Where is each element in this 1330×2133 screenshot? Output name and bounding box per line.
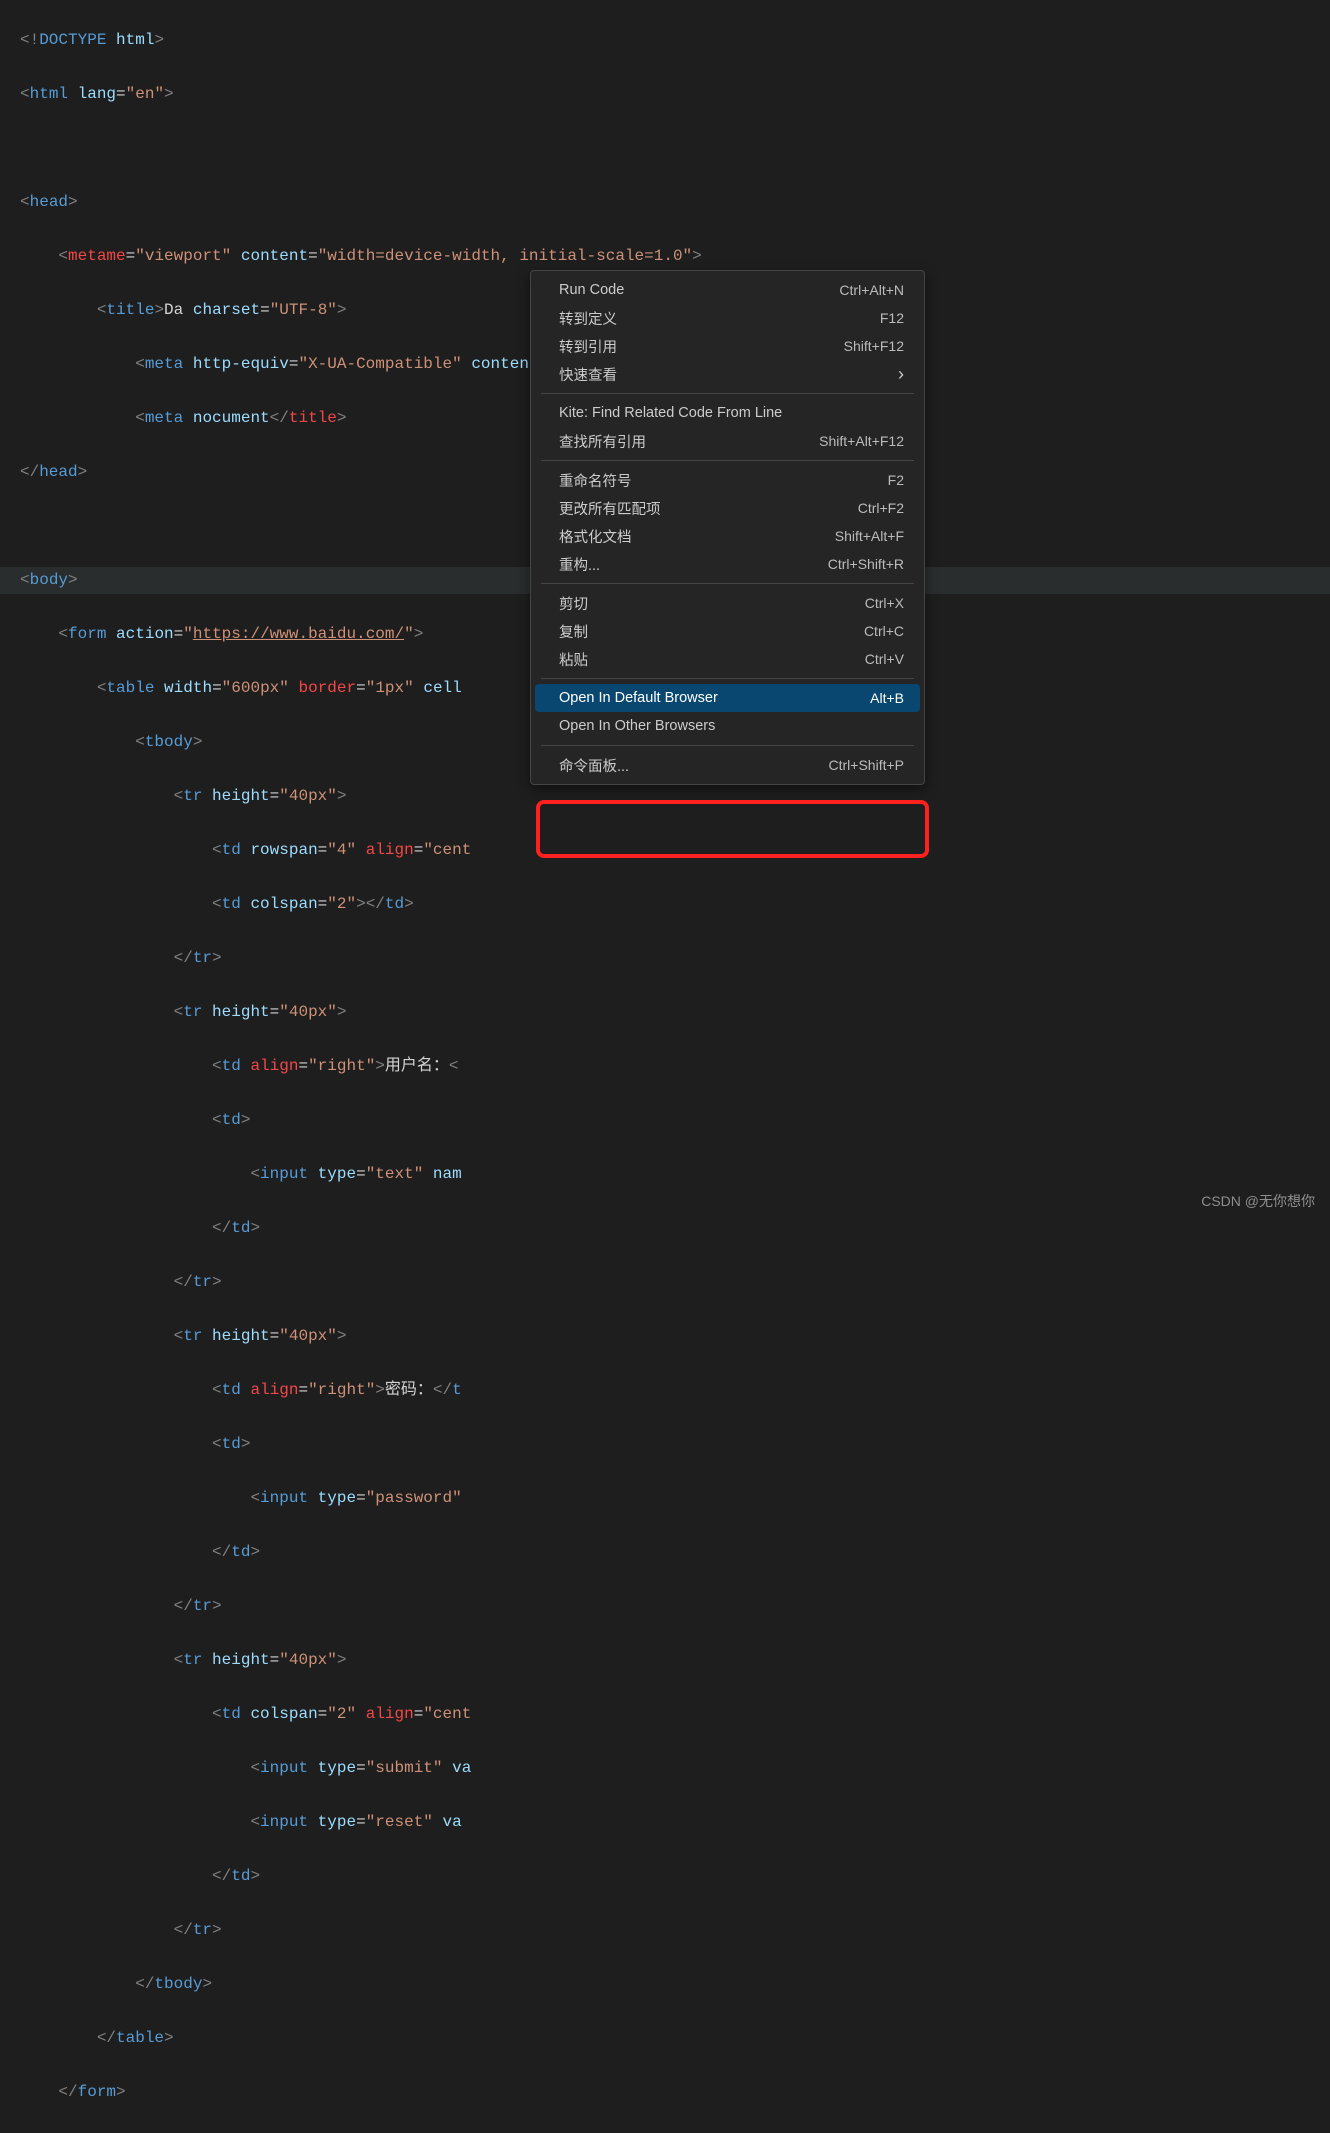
code-line: <td colspan="2"></td>	[20, 891, 1330, 918]
menu-item[interactable]: 转到引用 Shift+F12	[531, 332, 924, 360]
menu-item[interactable]: 粘贴 Ctrl+V	[531, 645, 924, 673]
menu-item-label: Kite: Find Related Code From Line	[559, 405, 782, 421]
menu-item-shortcut: Ctrl+V	[865, 651, 904, 667]
code-line: <td>	[20, 1107, 1330, 1134]
menu-item-label: 快速查看	[559, 364, 617, 385]
code-line: </td>	[20, 1539, 1330, 1566]
code-line: </tbody>	[20, 1971, 1330, 1998]
menu-item-shortcut: Shift+Alt+F	[835, 528, 904, 544]
menu-item[interactable]: Kite: Find Related Code From Line	[531, 399, 924, 427]
menu-item-shortcut: Ctrl+X	[865, 595, 904, 611]
code-line: </tr>	[20, 1917, 1330, 1944]
code-line: <input type="reset" va	[20, 1809, 1330, 1836]
menu-item-label: 查找所有引用	[559, 431, 646, 452]
menu-item-shortcut: Ctrl+Shift+R	[828, 556, 904, 572]
menu-item[interactable]: 复制 Ctrl+C	[531, 617, 924, 645]
menu-item-label: 复制	[559, 621, 588, 642]
menu-item-label: 剪切	[559, 593, 588, 614]
menu-item-label: 更改所有匹配项	[559, 498, 661, 519]
menu-item-shortcut: Shift+Alt+F12	[819, 433, 904, 449]
menu-separator	[541, 393, 914, 394]
menu-item-label: 重命名符号	[559, 470, 632, 491]
code-line: <!DOCTYPE html>	[20, 27, 1330, 54]
menu-item-label: 转到定义	[559, 308, 617, 329]
code-line: <input type="submit" va	[20, 1755, 1330, 1782]
menu-item-shortcut: Ctrl+Alt+N	[839, 282, 904, 298]
menu-item[interactable]: Open In Default Browser Alt+B	[535, 684, 920, 712]
menu-item[interactable]: 重构... Ctrl+Shift+R	[531, 550, 924, 578]
menu-item-shortcut: Ctrl+C	[864, 623, 904, 639]
menu-item-label: 转到引用	[559, 336, 617, 357]
menu-item-shortcut: F12	[880, 310, 904, 326]
code-line: <td>	[20, 1431, 1330, 1458]
code-line: </tr>	[20, 1269, 1330, 1296]
code-line: <td align="right">密码：</t	[20, 1377, 1330, 1404]
code-line: <tr height="40px">	[20, 999, 1330, 1026]
code-line: <metame="viewport" content="width=device…	[20, 243, 1330, 270]
context-menu: Run Code Ctrl+Alt+N 转到定义 F12 转到引用 Shift+F12 快速…	[530, 270, 925, 785]
code-line: <input type="password"	[20, 1485, 1330, 1512]
menu-item[interactable]: 命令面板... Ctrl+Shift+P	[531, 751, 924, 779]
code-line: <td rowspan="4" align="cent	[20, 837, 1330, 864]
menu-item-shortcut: Ctrl+Shift+P	[829, 757, 904, 773]
code-line: <td align="right">用户名：<	[20, 1053, 1330, 1080]
menu-item-shortcut: Alt+B	[870, 690, 904, 706]
menu-item-label: 格式化文档	[559, 526, 632, 547]
menu-item-label: 命令面板...	[559, 755, 629, 776]
menu-item-label: 重构...	[559, 554, 600, 575]
menu-item[interactable]: 重命名符号 F2	[531, 466, 924, 494]
code-line: </td>	[20, 1215, 1330, 1242]
code-line: <td colspan="2" align="cent	[20, 1701, 1330, 1728]
code-line: <tr height="40px">	[20, 783, 1330, 810]
code-line: <head>	[20, 189, 1330, 216]
code-line: </td>	[20, 1863, 1330, 1890]
menu-separator	[541, 745, 914, 746]
menu-item[interactable]: 剪切 Ctrl+X	[531, 589, 924, 617]
code-line: </table>	[20, 2025, 1330, 2052]
menu-item-label: Run Code	[559, 282, 624, 298]
menu-item[interactable]: 格式化文档 Shift+Alt+F	[531, 522, 924, 550]
menu-item[interactable]: 转到定义 F12	[531, 304, 924, 332]
menu-separator	[541, 583, 914, 584]
code-line: <tr height="40px">	[20, 1647, 1330, 1674]
code-line: <tr height="40px">	[20, 1323, 1330, 1350]
menu-item[interactable]: 快速查看	[531, 360, 924, 388]
menu-item[interactable]: 更改所有匹配项 Ctrl+F2	[531, 494, 924, 522]
menu-separator	[541, 678, 914, 679]
code-line: </tr>	[20, 945, 1330, 972]
menu-separator	[541, 460, 914, 461]
menu-item-shortcut: Shift+F12	[844, 338, 904, 354]
menu-item[interactable]: Open In Other Browsers	[531, 712, 924, 740]
menu-item-label: 粘贴	[559, 649, 588, 670]
menu-item[interactable]: 查找所有引用 Shift+Alt+F12	[531, 427, 924, 455]
menu-item-label: Open In Default Browser	[559, 690, 718, 706]
code-line: </form>	[20, 2079, 1330, 2106]
menu-item-label: Open In Other Browsers	[559, 718, 715, 734]
code-line: <html lang="en">	[20, 81, 1330, 108]
watermark: CSDN @无你想你	[1201, 1191, 1315, 1211]
code-line: <input type="text" nam	[20, 1161, 1330, 1188]
menu-item-shortcut: F2	[888, 472, 904, 488]
code-line: </tr>	[20, 1593, 1330, 1620]
menu-item-shortcut: Ctrl+F2	[858, 500, 904, 516]
menu-item[interactable]: Run Code Ctrl+Alt+N	[531, 276, 924, 304]
